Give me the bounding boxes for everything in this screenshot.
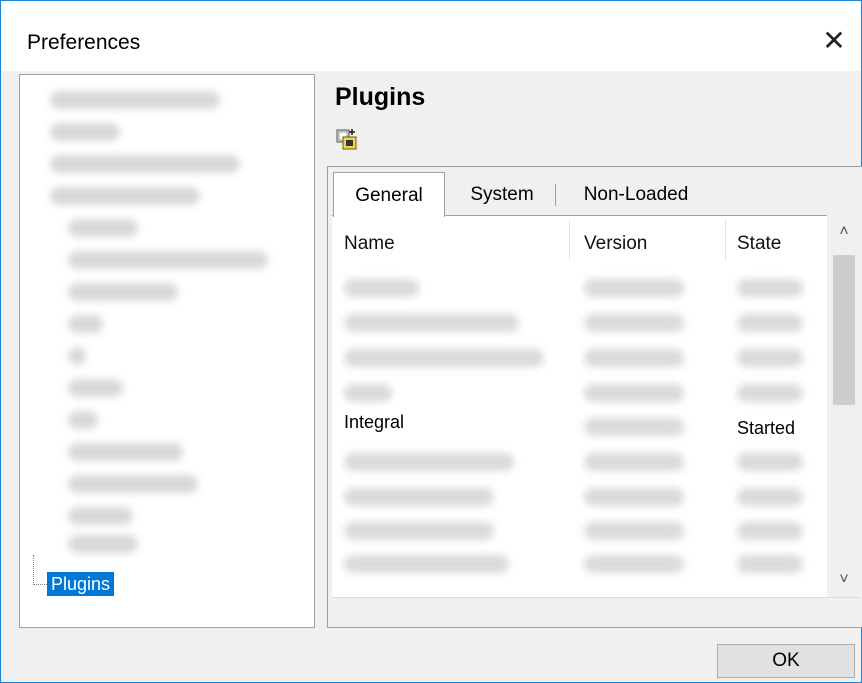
column-header-version[interactable]: Version (584, 233, 647, 255)
tab-general[interactable]: General (333, 172, 445, 217)
tree-item-blurred[interactable] (50, 123, 120, 141)
scroll-thumb[interactable] (833, 255, 855, 405)
column-header-name[interactable]: Name (344, 233, 395, 255)
tree-item-blurred[interactable] (68, 507, 133, 525)
tree-item-blurred[interactable] (68, 475, 198, 493)
ok-button[interactable]: OK (717, 644, 855, 678)
column-header-state[interactable]: State (737, 233, 781, 255)
plugin-state: Started (737, 418, 796, 438)
tree-item-blurred[interactable] (68, 347, 86, 365)
tree-connector (34, 584, 47, 585)
tree-item-blurred[interactable] (68, 315, 103, 333)
tab-separator (555, 184, 556, 206)
tree-item-plugins[interactable]: Plugins (47, 572, 115, 596)
tree-item-blurred[interactable] (68, 535, 138, 553)
tab-system[interactable]: System (453, 176, 551, 214)
preferences-window: Preferences ✕ Plugins Plugins General Sy… (0, 0, 862, 683)
close-icon: ✕ (822, 25, 846, 56)
scroll-up-icon[interactable]: ˄ (827, 217, 861, 247)
window-title: Preferences (27, 31, 141, 54)
plugins-table[interactable] (332, 215, 827, 598)
tree-item-blurred[interactable] (68, 379, 123, 397)
tree-item-blurred[interactable] (50, 155, 240, 173)
tree-item-blurred[interactable] (50, 91, 220, 109)
tree-item-blurred[interactable] (68, 219, 138, 237)
tree-item-blurred[interactable] (50, 187, 200, 205)
tree-item-blurred[interactable] (68, 443, 183, 461)
tree-item-blurred[interactable] (68, 251, 268, 269)
vertical-scrollbar[interactable]: ˄ ˅ (827, 215, 861, 597)
tab-non-loaded[interactable]: Non-Loaded (561, 176, 711, 214)
column-separator (569, 219, 570, 261)
tree-item-blurred[interactable] (68, 411, 98, 429)
tree-item-blurred[interactable] (68, 283, 178, 301)
plugin-name: Integral (344, 412, 405, 432)
column-separator (725, 219, 726, 261)
add-plugin-icon[interactable] (335, 127, 359, 151)
scroll-down-icon[interactable]: ˅ (827, 565, 861, 595)
tree-connector (33, 555, 34, 585)
title-bar: Preferences ✕ (1, 1, 861, 71)
horizontal-scrollbar[interactable] (332, 597, 861, 623)
preferences-tree[interactable]: Plugins (19, 74, 315, 628)
panel-title: Plugins (335, 83, 426, 111)
close-button[interactable]: ✕ (811, 23, 857, 59)
